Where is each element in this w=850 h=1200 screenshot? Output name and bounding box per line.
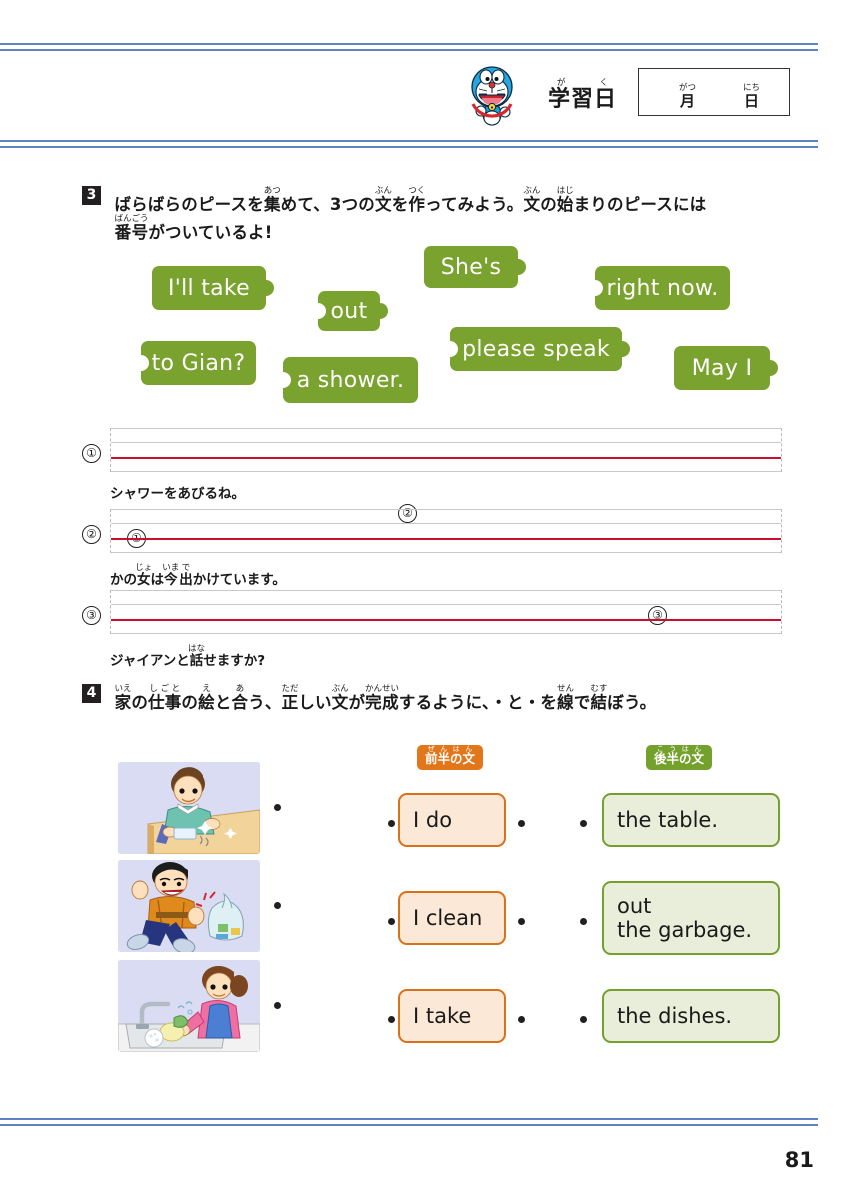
section-4-header: 4 家いえの仕事しごとの絵えと合あう、正ただしい文ぶんが完成かんせいするように、… [82, 684, 782, 716]
puzzle-piece-4-text: right now. [606, 275, 719, 301]
puzzle-piece-4[interactable]: right now. [595, 266, 730, 310]
section-4-number: 4 [82, 684, 101, 703]
answer-number-1: ① [82, 444, 101, 463]
connector-dot-left-2-in[interactable] [388, 918, 395, 925]
phrase-box-right-3[interactable]: the dishes. [602, 989, 780, 1043]
connector-dot-illustration-3[interactable] [274, 1002, 281, 1009]
illustration-boy-taking-out-garbage [118, 860, 260, 952]
day-unit: 日にち [743, 83, 761, 110]
column-header-second-half: 後半の文こうはん [646, 745, 713, 771]
puzzle-piece-1[interactable]: I'll take [152, 266, 266, 310]
phrase-box-right-3-line1: the dishes. [617, 1003, 733, 1028]
connector-dot-left-3-out[interactable] [518, 1016, 525, 1023]
puzzle-piece-5-text: to Gian? [151, 350, 246, 376]
puzzle-piece-5[interactable]: to Gian? [141, 341, 256, 385]
puzzle-piece-6[interactable]: a shower. [283, 357, 418, 403]
writing-lines-1[interactable] [110, 428, 782, 472]
connector-dot-left-1-in[interactable] [388, 820, 395, 827]
connector-dot-left-3-in[interactable] [388, 1016, 395, 1023]
doraemon-icon [471, 66, 513, 126]
month-unit: 月がつ [679, 83, 697, 110]
puzzle-piece-6-text: a shower. [296, 367, 405, 393]
section-3-header: 3 ばらばらのピースを集あつめて、3つの文ぶんを作つくってみよう。文ぶんの始はじ… [82, 186, 782, 246]
connector-dot-left-1-out[interactable] [518, 820, 525, 827]
puzzle-pieces-area: ① I'll take out ② She's right now. to Gi… [0, 246, 850, 625]
bottom-border-rule [0, 1118, 818, 1126]
page-number: 81 [784, 1148, 814, 1172]
phrase-box-right-1[interactable]: the table. [602, 793, 780, 847]
section-4-instruction: 家いえの仕事しごとの絵えと合あう、正ただしい文ぶんが完成かんせいするように、・と… [114, 684, 657, 712]
date-entry-box[interactable]: 月がつ 日にち [638, 68, 790, 116]
phrase-box-right-2-line2: the garbage. [617, 918, 753, 942]
puzzle-piece-8-text: May I [691, 355, 753, 381]
answer-number-3: ③ [82, 606, 101, 625]
puzzle-piece-3-text: She's [440, 254, 502, 280]
phrase-box-left-2[interactable]: I clean [398, 891, 506, 945]
study-date-text: 学習日がく [548, 78, 618, 112]
puzzle-piece-3[interactable]: She's [424, 246, 518, 288]
answer-caption-3: ジャイアンと話はなせますか? [110, 644, 266, 669]
illustration-boy-wiping-table [118, 762, 260, 854]
puzzle-piece-1-text: I'll take [167, 275, 251, 301]
writing-lines-2[interactable] [110, 509, 782, 553]
phrase-box-left-2-text: I clean [413, 905, 483, 930]
study-date-header: 学習日がく 月がつ 日にち [470, 60, 790, 130]
header-bottom-rule [0, 140, 818, 148]
column-header-first-half: 前半の文ぜんはん [417, 745, 484, 771]
study-date-label: 学習日がく [548, 78, 617, 113]
answer-caption-2: かの女じょは今いま出でかけています。 [110, 563, 286, 588]
matching-exercise: 前半の文ぜんはん 後半の文こうはん I do the table. I clea… [0, 732, 850, 1080]
phrase-box-right-2-line1: out [617, 893, 652, 918]
top-border-rule [0, 43, 818, 51]
connector-dot-right-3-in[interactable] [580, 1016, 587, 1023]
phrase-box-left-1-text: I do [413, 807, 453, 832]
writing-lines-3[interactable] [110, 590, 782, 634]
puzzle-piece-8[interactable]: May I [674, 346, 770, 390]
phrase-box-left-1[interactable]: I do [398, 793, 506, 847]
puzzle-piece-2[interactable]: out [318, 291, 380, 331]
phrase-box-right-2[interactable]: out the garbage. [602, 881, 780, 955]
puzzle-piece-2-text: out [330, 298, 368, 324]
section-3-instruction: ばらばらのピースを集あつめて、3つの文ぶんを作つくってみよう。文ぶんの始はじまり… [114, 186, 707, 242]
section-3-number: 3 [82, 186, 101, 205]
answer-caption-1: シャワーをあびるね。 [110, 486, 245, 502]
puzzle-piece-7[interactable]: please speak [450, 327, 622, 371]
answer-number-2: ② [82, 525, 101, 544]
connector-dot-right-2-in[interactable] [580, 918, 587, 925]
connector-dot-illustration-1[interactable] [274, 804, 281, 811]
phrase-box-left-3[interactable]: I take [398, 989, 506, 1043]
phrase-box-right-1-line1: the table. [617, 807, 719, 832]
connector-dot-right-1-in[interactable] [580, 820, 587, 827]
puzzle-piece-7-text: please speak [462, 336, 610, 362]
connector-dot-left-2-out[interactable] [518, 918, 525, 925]
connector-dot-illustration-2[interactable] [274, 902, 281, 909]
phrase-box-left-3-text: I take [413, 1003, 472, 1028]
illustration-girl-washing-dishes [118, 960, 260, 1052]
